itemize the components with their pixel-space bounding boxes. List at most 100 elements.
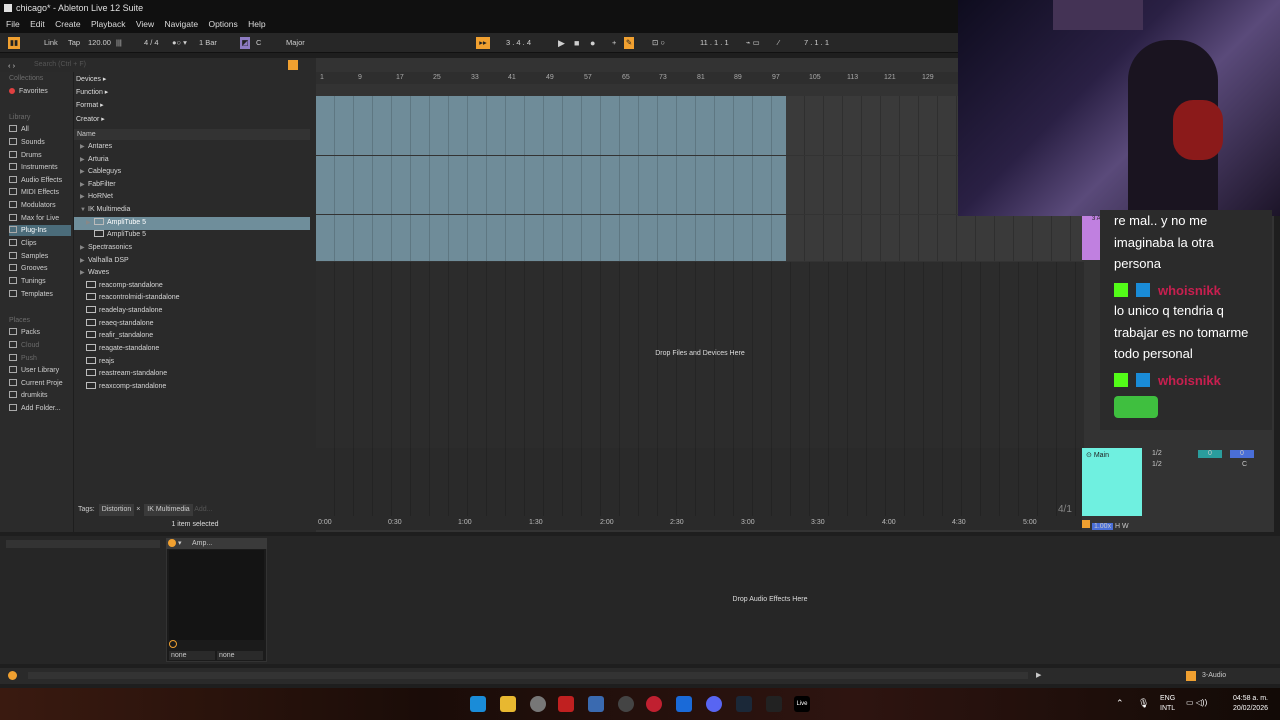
sidebar-item-drums[interactable]: Drums bbox=[9, 150, 71, 161]
list-item[interactable]: ▼ IK Multimedia bbox=[74, 204, 310, 217]
list-item[interactable]: reacomp-standalone bbox=[74, 280, 310, 293]
sidebar-item-grooves[interactable]: Grooves bbox=[9, 263, 71, 274]
search-input[interactable]: Search (Ctrl + F) bbox=[34, 60, 284, 70]
list-item[interactable]: ▶ Waves bbox=[74, 267, 310, 280]
sidebar-item-plug-ins[interactable]: Plug-Ins bbox=[9, 225, 71, 236]
io-select-b[interactable]: 1/2 bbox=[1152, 461, 1162, 468]
sidebar-item-current-project[interactable]: Current Proje bbox=[9, 378, 71, 389]
quantize-select[interactable]: 1 Bar bbox=[199, 37, 217, 49]
zoom-value[interactable]: 1.00x bbox=[1091, 523, 1114, 530]
mic-icon[interactable]: 🎙 bbox=[1138, 698, 1149, 709]
menu-create[interactable]: Create bbox=[55, 19, 81, 29]
menu-navigate[interactable]: Navigate bbox=[165, 19, 199, 29]
filter-creator[interactable]: Creator ▸ bbox=[76, 114, 105, 126]
sidebar-item-tunings[interactable]: Tunings bbox=[9, 276, 71, 287]
nudge-icon[interactable]: ||| bbox=[116, 37, 122, 49]
h-button[interactable]: H bbox=[1115, 523, 1120, 530]
scale-select[interactable]: Major bbox=[286, 37, 305, 49]
file-explorer-icon[interactable] bbox=[500, 696, 516, 712]
track-status-icon[interactable] bbox=[1186, 671, 1196, 681]
audio-clip-track-2[interactable] bbox=[316, 156, 786, 214]
key-select[interactable]: C bbox=[256, 37, 261, 49]
start-icon[interactable] bbox=[470, 696, 486, 712]
name-column-header[interactable]: Name bbox=[74, 129, 310, 140]
add-tag-button[interactable]: Add... bbox=[194, 506, 212, 513]
tag-chip[interactable]: Distortion bbox=[98, 504, 135, 516]
list-item[interactable]: reafir_standalone bbox=[74, 330, 310, 343]
expand-arrow-icon[interactable]: ▶ bbox=[86, 217, 94, 230]
list-item[interactable]: ▶ Spectrasonics bbox=[74, 242, 310, 255]
device-on-icon[interactable] bbox=[168, 539, 176, 547]
metronome-icon[interactable]: ●○ ▾ bbox=[172, 37, 187, 49]
sidebar-item-templates[interactable]: Templates bbox=[9, 289, 71, 300]
expand-arrow-icon[interactable]: ▶ bbox=[80, 255, 88, 268]
list-item[interactable]: ▶ Arturia bbox=[74, 154, 310, 167]
clock[interactable]: 04:58 a. m. 20/02/2026 bbox=[1224, 694, 1268, 714]
song-position[interactable]: 3 . 4 . 4 bbox=[506, 37, 531, 49]
list-item[interactable]: ▶ Antares bbox=[74, 141, 310, 154]
follow-icon[interactable]: ▸▸ bbox=[476, 37, 490, 49]
app-icon[interactable] bbox=[646, 696, 662, 712]
menu-file[interactable]: File bbox=[6, 19, 20, 29]
main-track-lane[interactable] bbox=[316, 448, 1082, 516]
sidebar-item-samples[interactable]: Samples bbox=[9, 251, 71, 262]
loop-start-field[interactable]: 11 . 1 . 1 bbox=[700, 37, 729, 49]
link-button[interactable]: Link bbox=[44, 37, 58, 49]
sidebar-item-packs[interactable]: Packs bbox=[9, 327, 71, 338]
language-indicator[interactable]: ENG INTL bbox=[1160, 694, 1175, 714]
list-item[interactable]: reastream-standalone bbox=[74, 368, 310, 381]
record-icon[interactable]: ● bbox=[590, 37, 595, 49]
device-fold-icon[interactable]: ▾ bbox=[178, 538, 182, 549]
track-lane-3[interactable] bbox=[786, 215, 1082, 261]
capture-icon[interactable]: ⊡ ○ bbox=[652, 37, 665, 49]
list-item[interactable]: reacontrolmidi-standalone bbox=[74, 292, 310, 305]
fold-icon[interactable]: ⊙ bbox=[1086, 452, 1094, 459]
list-item[interactable]: readelay-standalone bbox=[74, 305, 310, 318]
back-icon[interactable]: ‹ › bbox=[8, 60, 15, 72]
output-select[interactable]: none bbox=[217, 651, 263, 660]
app-icon[interactable] bbox=[588, 696, 604, 712]
sidebar-item-drumkits[interactable]: drumkits bbox=[9, 390, 71, 401]
tray-chevron-icon[interactable]: ⌃ bbox=[1116, 698, 1124, 709]
expand-arrow-icon[interactable]: ▼ bbox=[80, 204, 88, 217]
menu-edit[interactable]: Edit bbox=[30, 19, 45, 29]
sidebar-item-cloud[interactable]: Cloud bbox=[9, 340, 71, 351]
list-item[interactable]: reaxcomp-standalone bbox=[74, 381, 310, 394]
expand-arrow-icon[interactable]: ▶ bbox=[80, 154, 88, 167]
sidebar-item-midi-effects[interactable]: MIDI Effects bbox=[9, 187, 71, 198]
list-item[interactable]: ▶ AmpliTube 5 bbox=[74, 217, 310, 230]
sidebar-item-all[interactable]: All bbox=[9, 124, 71, 135]
play-status-icon[interactable]: ▶ bbox=[1036, 671, 1041, 679]
zoom-icon[interactable] bbox=[1082, 520, 1090, 528]
input-select[interactable]: none bbox=[169, 651, 215, 660]
menu-playback[interactable]: Playback bbox=[91, 19, 126, 29]
loop-length-field[interactable]: 7 . 1 . 1 bbox=[804, 37, 829, 49]
tag-chip[interactable]: IK Multimedia bbox=[144, 504, 193, 516]
time-ruler[interactable]: 0:00 0:30 1:00 1:30 2:00 2:30 3:00 3:30 … bbox=[316, 516, 1082, 530]
pan-knob[interactable]: C bbox=[1242, 461, 1247, 468]
sidebar-item-audio-effects[interactable]: Audio Effects bbox=[9, 175, 71, 186]
sidebar-item-modulators[interactable]: Modulators bbox=[9, 200, 71, 211]
menu-help[interactable]: Help bbox=[248, 19, 265, 29]
play-icon[interactable]: ▶ bbox=[558, 37, 565, 49]
app-icon[interactable] bbox=[766, 696, 782, 712]
io-select-a[interactable]: 1/2 bbox=[1152, 450, 1162, 457]
sidebar-item-sounds[interactable]: Sounds bbox=[9, 137, 71, 148]
w-button[interactable]: W bbox=[1122, 523, 1129, 530]
list-item[interactable]: ▶ HoRNet bbox=[74, 191, 310, 204]
steam-icon[interactable] bbox=[736, 696, 752, 712]
expand-arrow-icon[interactable]: ▶ bbox=[80, 242, 88, 255]
discord-icon[interactable] bbox=[706, 696, 722, 712]
track-3-color[interactable] bbox=[1082, 216, 1100, 260]
list-item[interactable]: reaeq-standalone bbox=[74, 318, 310, 331]
app-icon[interactable] bbox=[558, 696, 574, 712]
tempo-field[interactable]: 120.00 bbox=[88, 37, 111, 49]
automation-arm-icon[interactable]: ✎ bbox=[624, 37, 634, 49]
main-track-header[interactable]: ⊙ Main bbox=[1082, 448, 1142, 516]
bar-ruler[interactable]: 1 9 17 25 33 41 49 57 65 73 81 89 97 105… bbox=[316, 72, 958, 84]
obs-icon[interactable] bbox=[618, 696, 634, 712]
meter-field[interactable]: 4 / 4 bbox=[144, 37, 159, 49]
menu-options[interactable]: Options bbox=[208, 19, 237, 29]
filter-format[interactable]: Format ▸ bbox=[76, 100, 104, 112]
audio-clip-track-1[interactable] bbox=[316, 96, 786, 155]
